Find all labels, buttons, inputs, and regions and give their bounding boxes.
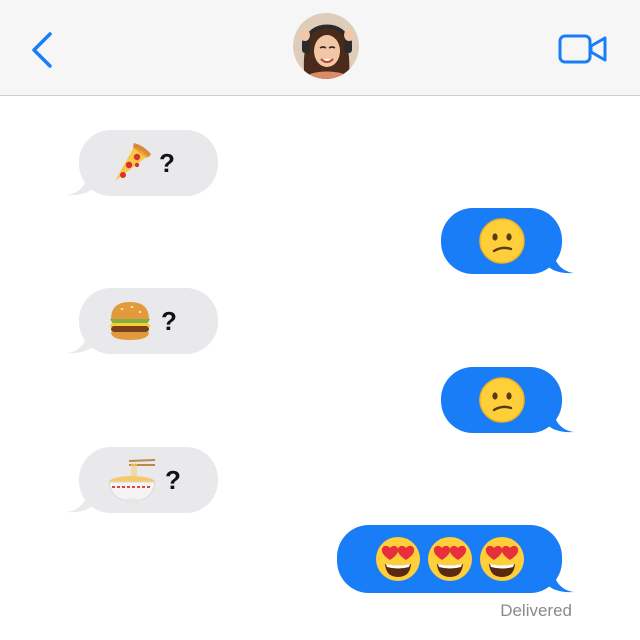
message-bubble <box>441 367 562 433</box>
message-bubble: ? <box>79 447 218 513</box>
delivery-status: Delivered <box>500 601 572 620</box>
heart-eyes-face-emoji-icon <box>375 537 420 581</box>
outgoing-message[interactable] <box>337 525 574 593</box>
confused-face-emoji-icon <box>478 377 525 423</box>
message-text: ? <box>159 147 175 178</box>
incoming-message[interactable]: ? <box>67 130 218 196</box>
message-bubble <box>337 525 562 593</box>
video-call-icon[interactable] <box>558 33 608 65</box>
hamburger-emoji-icon <box>109 302 151 340</box>
message-bubble: ? <box>79 130 218 196</box>
confused-face-emoji-icon <box>478 218 525 264</box>
outgoing-message[interactable] <box>441 208 574 274</box>
pizza-emoji-icon <box>115 143 151 181</box>
message-text: ? <box>161 305 177 336</box>
heart-eyes-face-emoji-icon <box>427 537 472 581</box>
contact-avatar[interactable] <box>293 13 359 79</box>
ramen-bowl-emoji-icon <box>108 459 156 504</box>
incoming-message[interactable]: ? <box>67 288 218 354</box>
message-text: ? <box>165 464 181 495</box>
outgoing-message[interactable] <box>441 367 574 433</box>
back-chevron-icon[interactable] <box>28 30 58 70</box>
conversation-header <box>0 0 640 96</box>
incoming-message[interactable]: ? <box>67 447 218 513</box>
message-bubble <box>441 208 562 274</box>
message-bubble: ? <box>79 288 218 354</box>
heart-eyes-face-emoji-icon <box>479 537 524 581</box>
message-thread[interactable]: ? ? ? <box>0 97 640 640</box>
